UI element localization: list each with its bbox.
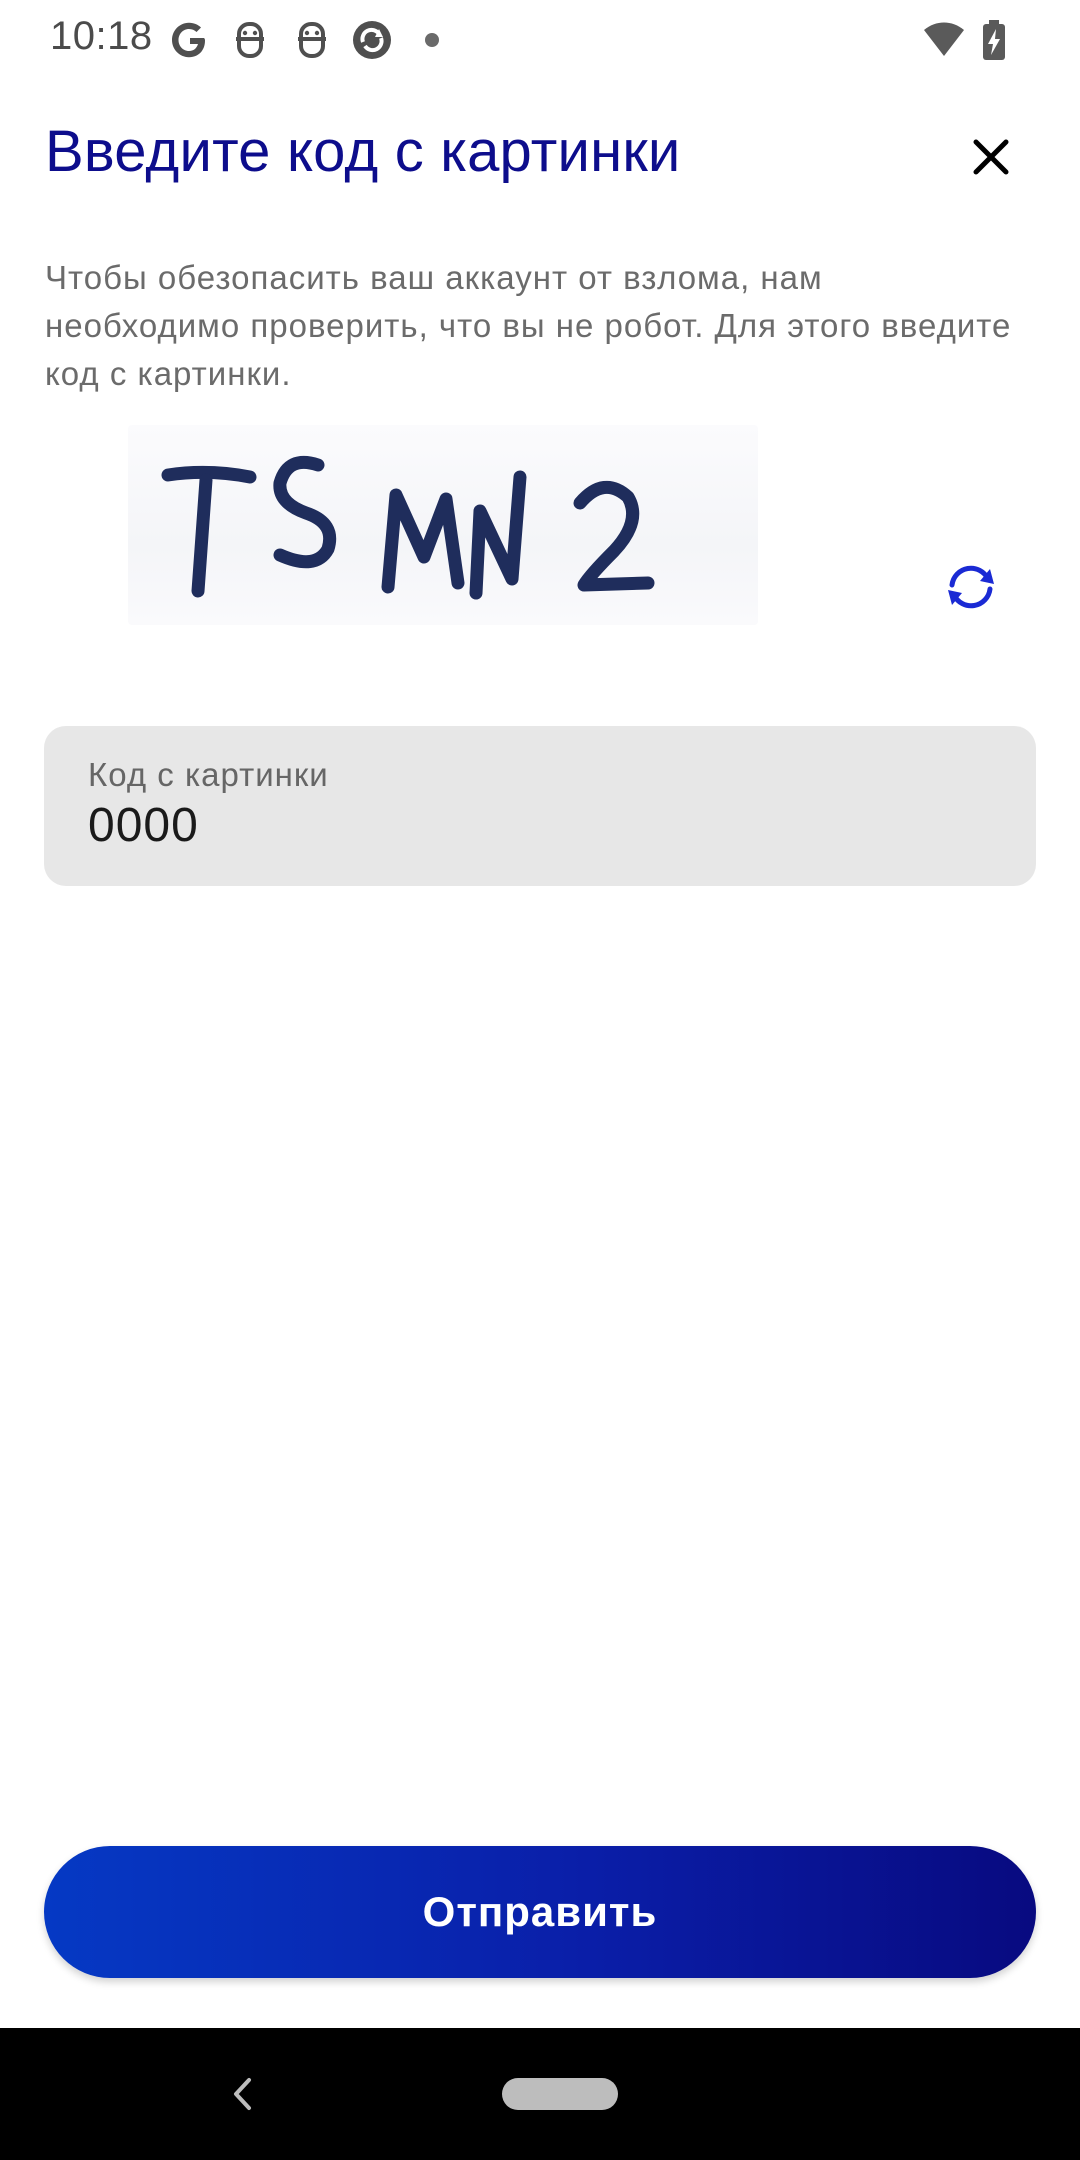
- code-input[interactable]: [88, 798, 988, 853]
- refresh-captcha-button[interactable]: [938, 554, 1004, 620]
- sync-circle-icon: [350, 18, 394, 62]
- close-button[interactable]: [960, 126, 1022, 188]
- code-field-label: Код с картинки: [88, 756, 329, 793]
- system-nav-bar: [0, 2028, 1080, 2160]
- home-pill-icon[interactable]: [502, 2078, 618, 2110]
- wifi-icon: [922, 18, 966, 62]
- status-time: 10:18: [50, 14, 153, 58]
- page-title: Введите код с картинки: [45, 119, 681, 184]
- close-icon: [973, 139, 1009, 175]
- notification-dot-icon: [425, 33, 439, 47]
- description-text: Чтобы обезопасить ваш аккаунт от взлома,…: [45, 259, 1012, 392]
- battery-charging-icon: [972, 18, 1016, 62]
- google-g-icon: [168, 18, 212, 62]
- assistant-face-icon: [290, 18, 334, 62]
- refresh-icon: [948, 565, 994, 609]
- status-bar: 10:18: [0, 0, 1080, 80]
- submit-button[interactable]: Отправить: [44, 1846, 1036, 1978]
- back-chevron-icon[interactable]: [222, 2064, 262, 2124]
- captcha-code-field[interactable]: Код с картинки: [44, 726, 1036, 886]
- captcha-image: [128, 425, 758, 625]
- assistant-face-icon: [228, 18, 272, 62]
